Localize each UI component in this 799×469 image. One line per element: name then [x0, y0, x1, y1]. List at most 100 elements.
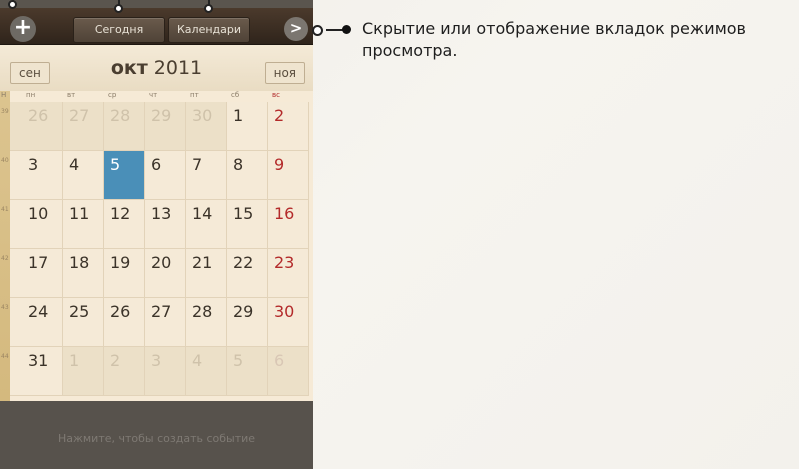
- day-number: 25: [69, 302, 90, 321]
- day-number: 29: [233, 302, 254, 321]
- day-cell[interactable]: 27: [145, 298, 186, 347]
- day-cell[interactable]: 15: [227, 200, 268, 249]
- day-number: 9: [274, 155, 285, 174]
- day-number: 13: [151, 204, 172, 223]
- day-cell[interactable]: 12: [104, 200, 145, 249]
- day-cell[interactable]: 25: [63, 298, 104, 347]
- day-number: 28: [110, 106, 131, 125]
- weekday-label: ср: [108, 91, 117, 99]
- events-panel[interactable]: Нажмите, чтобы создать событие: [0, 401, 313, 469]
- day-number: 1: [233, 106, 244, 125]
- day-cell[interactable]: 30: [268, 298, 309, 347]
- day-cell[interactable]: 18: [63, 249, 104, 298]
- day-number: 18: [69, 253, 90, 272]
- weekday-label: вс: [272, 91, 280, 99]
- callout-dot: [342, 25, 351, 34]
- day-number: 31: [28, 351, 49, 370]
- add-event-button[interactable]: +: [10, 16, 36, 42]
- weekday-label: пт: [190, 91, 199, 99]
- day-cell[interactable]: 29: [227, 298, 268, 347]
- day-cell[interactable]: 23: [268, 249, 309, 298]
- day-number: 6: [274, 351, 285, 370]
- day-cell[interactable]: 7: [186, 151, 227, 200]
- day-number: 10: [28, 204, 49, 223]
- day-number: 2: [274, 106, 285, 125]
- day-cell[interactable]: 26: [104, 298, 145, 347]
- day-cell[interactable]: 1: [63, 347, 104, 396]
- day-number: 23: [274, 253, 295, 272]
- day-number: 7: [192, 155, 203, 174]
- day-cell[interactable]: 16: [268, 200, 309, 249]
- day-number: 24: [28, 302, 49, 321]
- day-number: 26: [28, 106, 49, 125]
- day-cell[interactable]: 9: [268, 151, 309, 200]
- day-number: 4: [69, 155, 80, 174]
- day-number: 22: [233, 253, 254, 272]
- day-cell[interactable]: 5: [227, 347, 268, 396]
- day-number: 20: [151, 253, 172, 272]
- day-cell[interactable]: 28: [186, 298, 227, 347]
- day-cell[interactable]: 27: [63, 102, 104, 151]
- day-cell[interactable]: 2: [268, 102, 309, 151]
- create-event-hint: Нажмите, чтобы создать событие: [57, 432, 256, 445]
- day-cell[interactable]: 26: [10, 102, 63, 151]
- day-cell[interactable]: 4: [186, 347, 227, 396]
- day-cell[interactable]: 3: [10, 151, 63, 200]
- week-number-header: Н: [1, 91, 7, 99]
- year: 2011: [153, 57, 203, 79]
- toggle-view-tabs-button[interactable]: >: [284, 17, 308, 41]
- day-cell[interactable]: 19: [104, 249, 145, 298]
- day-cell[interactable]: 20: [145, 249, 186, 298]
- day-cell[interactable]: 29: [145, 102, 186, 151]
- day-number: 8: [233, 155, 244, 174]
- day-cell[interactable]: 8: [227, 151, 268, 200]
- day-number: 21: [192, 253, 213, 272]
- day-number: 27: [151, 302, 172, 321]
- day-cell[interactable]: 24: [10, 298, 63, 347]
- month-name: окт: [110, 57, 148, 79]
- day-number: 5: [110, 155, 121, 174]
- week-number: 44: [1, 353, 9, 360]
- next-month-button[interactable]: ноя: [264, 62, 305, 84]
- day-cell[interactable]: 6: [268, 347, 309, 396]
- day-number: 11: [69, 204, 90, 223]
- week-number: 40: [1, 157, 9, 164]
- day-cell[interactable]: 10: [10, 200, 63, 249]
- day-number: 17: [28, 253, 49, 272]
- day-cell[interactable]: 11: [63, 200, 104, 249]
- day-cell[interactable]: 2: [104, 347, 145, 396]
- day-cell[interactable]: 22: [227, 249, 268, 298]
- day-number: 1: [69, 351, 80, 370]
- day-cell[interactable]: 21: [186, 249, 227, 298]
- callout-pin-add: [8, 0, 17, 9]
- day-number: 12: [110, 204, 131, 223]
- callout-pin-toggle: [312, 25, 323, 36]
- day-number: 30: [192, 106, 213, 125]
- day-cell-selected[interactable]: 5: [104, 151, 145, 200]
- day-cell[interactable]: 14: [186, 200, 227, 249]
- day-cell[interactable]: 1: [227, 102, 268, 151]
- callout-pin-today: [114, 4, 123, 13]
- calendars-button[interactable]: Календари: [168, 17, 250, 43]
- week-number: 39: [1, 108, 9, 115]
- weekday-header: Нпн вт ср чт пт сб вс: [0, 91, 313, 102]
- day-cell[interactable]: 3: [145, 347, 186, 396]
- toolbar: + Сегодня Календари >: [0, 8, 313, 45]
- day-number: 29: [151, 106, 172, 125]
- day-cell[interactable]: 13: [145, 200, 186, 249]
- day-cell[interactable]: 31: [10, 347, 63, 396]
- day-number: 6: [151, 155, 162, 174]
- week-number: 42: [1, 255, 9, 262]
- day-number: 28: [192, 302, 213, 321]
- today-button[interactable]: Сегодня: [73, 17, 165, 43]
- plus-icon: +: [13, 15, 33, 40]
- week-number: 43: [1, 304, 9, 311]
- day-cell[interactable]: 6: [145, 151, 186, 200]
- day-cell[interactable]: 28: [104, 102, 145, 151]
- month-grid: Нпн вт ср чт пт сб вс 39 26 27 28 29 30 1 2 40 3 4 5 6 7 8 9 4…: [0, 91, 313, 401]
- weekday-label: вт: [67, 91, 76, 99]
- day-cell[interactable]: 17: [10, 249, 63, 298]
- calendar-app: + Сегодня Календари > сен окт 2011 ноя Нп…: [0, 0, 313, 469]
- day-cell[interactable]: 30: [186, 102, 227, 151]
- day-cell[interactable]: 4: [63, 151, 104, 200]
